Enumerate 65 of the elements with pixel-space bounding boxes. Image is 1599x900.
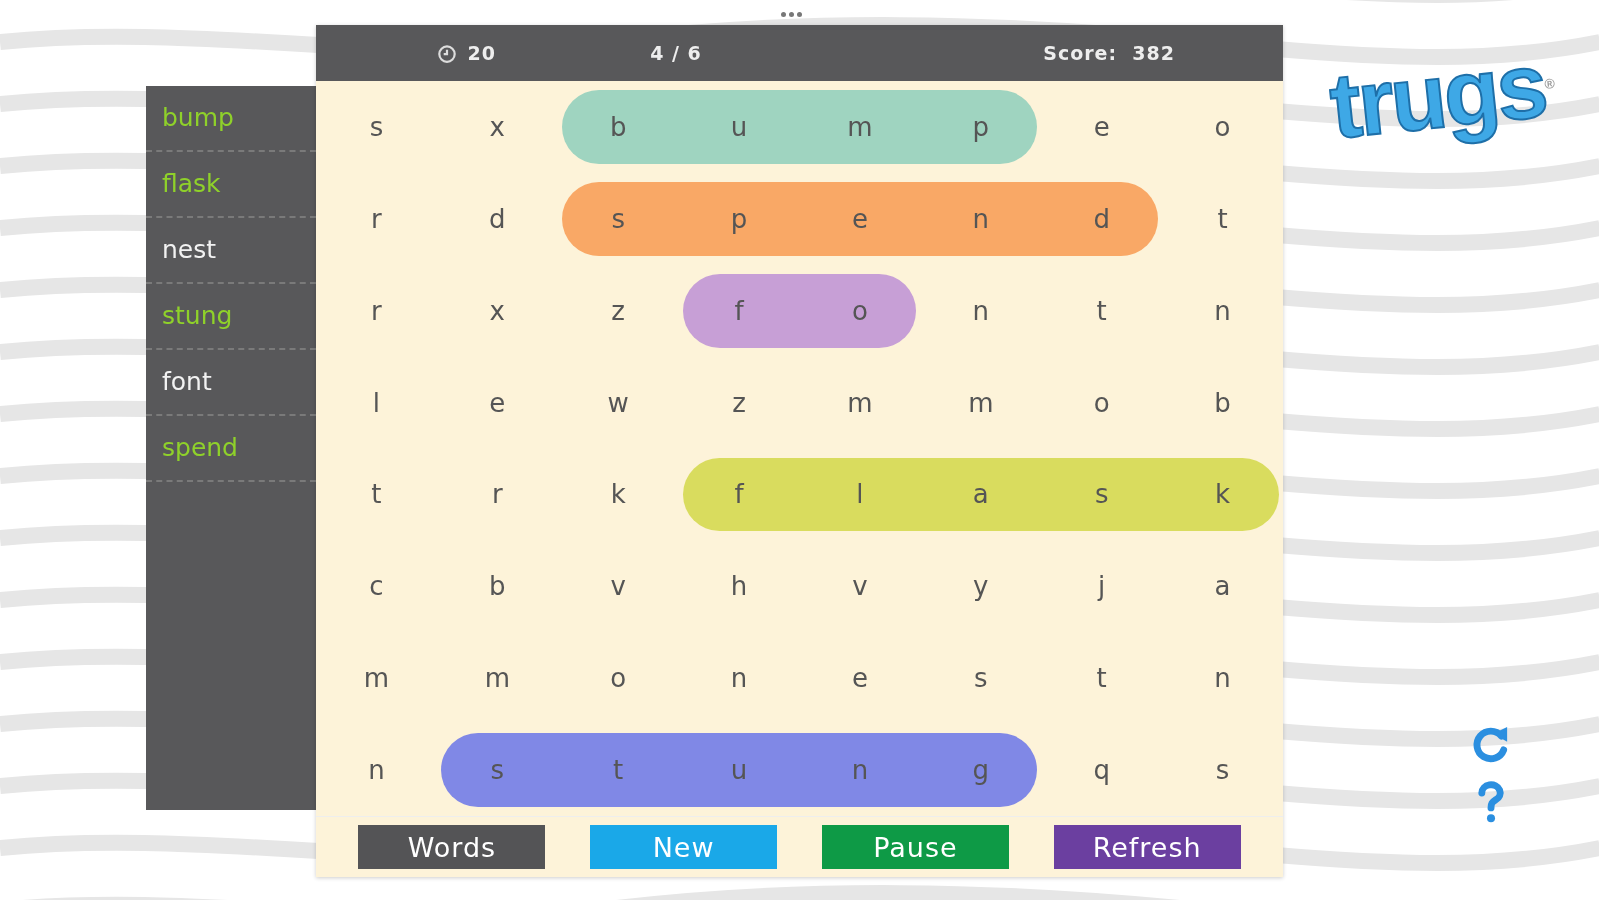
- timer-text: 20: [467, 42, 496, 64]
- grid-letter[interactable]: a: [1214, 571, 1231, 602]
- grid-letter[interactable]: p: [972, 111, 990, 142]
- grid-letter[interactable]: m: [847, 111, 873, 142]
- grid-letter[interactable]: s: [611, 203, 625, 234]
- grid-letter[interactable]: p: [730, 203, 748, 234]
- grid-letter[interactable]: o: [1093, 387, 1110, 418]
- grid-letter[interactable]: k: [610, 479, 626, 510]
- grid-letter[interactable]: t: [1096, 663, 1107, 694]
- grid-letter[interactable]: b: [609, 111, 627, 142]
- game-button[interactable]: Pause: [821, 825, 1009, 869]
- grid-letter[interactable]: m: [363, 663, 390, 694]
- grid-letter[interactable]: m: [847, 387, 873, 418]
- grid-letter[interactable]: r: [371, 203, 382, 234]
- grid-letter[interactable]: t: [371, 479, 382, 510]
- grid-letter[interactable]: m: [968, 387, 994, 418]
- grid-letter[interactable]: n: [368, 755, 385, 786]
- grid-letter[interactable]: v: [610, 571, 626, 602]
- grid-letter[interactable]: e: [1093, 111, 1110, 142]
- progress-text: 4 / 6: [649, 42, 703, 64]
- game-button[interactable]: Refresh: [1053, 825, 1241, 869]
- grid-letter[interactable]: e: [489, 387, 506, 418]
- grid-letter[interactable]: l: [856, 479, 864, 510]
- grid-letter[interactable]: x: [489, 111, 505, 142]
- grid-letter[interactable]: s: [1215, 755, 1230, 786]
- grid-letter[interactable]: x: [489, 295, 505, 326]
- grid-letter[interactable]: n: [1214, 295, 1231, 326]
- grid-letter[interactable]: m: [484, 663, 510, 694]
- grid-letter[interactable]: w: [607, 387, 629, 418]
- grid-letter[interactable]: t: [1217, 203, 1228, 234]
- grid-letter[interactable]: l: [372, 387, 381, 418]
- grid-letter[interactable]: q: [1093, 755, 1110, 786]
- grid-letter[interactable]: r: [491, 479, 503, 510]
- grid-letter[interactable]: e: [851, 663, 868, 694]
- drag-handle-icon[interactable]: [781, 12, 802, 17]
- grid-letter[interactable]: j: [1098, 571, 1106, 602]
- grid-letter[interactable]: t: [1096, 295, 1107, 326]
- grid-letter[interactable]: e: [851, 203, 868, 234]
- grid-letter[interactable]: s: [369, 111, 384, 142]
- game-button[interactable]: Words: [358, 825, 546, 869]
- grid-letter[interactable]: a: [972, 479, 989, 510]
- grid-letter[interactable]: n: [1214, 663, 1231, 694]
- score-text: Score: 382: [1043, 42, 1175, 64]
- grid-letter[interactable]: d: [1093, 203, 1110, 234]
- grid-letter[interactable]: b: [489, 571, 506, 602]
- clock-icon: [435, 42, 458, 64]
- grid-letter[interactable]: o: [610, 663, 627, 694]
- grid-letter[interactable]: v: [852, 571, 868, 602]
- grid-letter[interactable]: r: [371, 295, 382, 326]
- grid-letter[interactable]: z: [611, 295, 625, 326]
- grid-letter[interactable]: y: [973, 571, 989, 602]
- grid-letter[interactable]: u: [730, 111, 748, 142]
- grid-letter[interactable]: h: [730, 571, 748, 602]
- grid-letter[interactable]: d: [489, 203, 506, 234]
- grid-letter[interactable]: k: [1215, 479, 1231, 510]
- grid-letter[interactable]: o: [1214, 111, 1231, 142]
- grid-letter[interactable]: n: [972, 203, 990, 234]
- grid-letter[interactable]: f: [734, 479, 744, 510]
- grid-letter[interactable]: n: [730, 663, 748, 694]
- grid-letter[interactable]: b: [1214, 387, 1231, 418]
- grid-letter[interactable]: z: [732, 387, 746, 418]
- grid-letter[interactable]: c: [369, 571, 384, 602]
- grid-letter[interactable]: n: [972, 295, 990, 326]
- grid-letter[interactable]: s: [974, 663, 988, 694]
- grid-letter[interactable]: s: [1094, 479, 1109, 510]
